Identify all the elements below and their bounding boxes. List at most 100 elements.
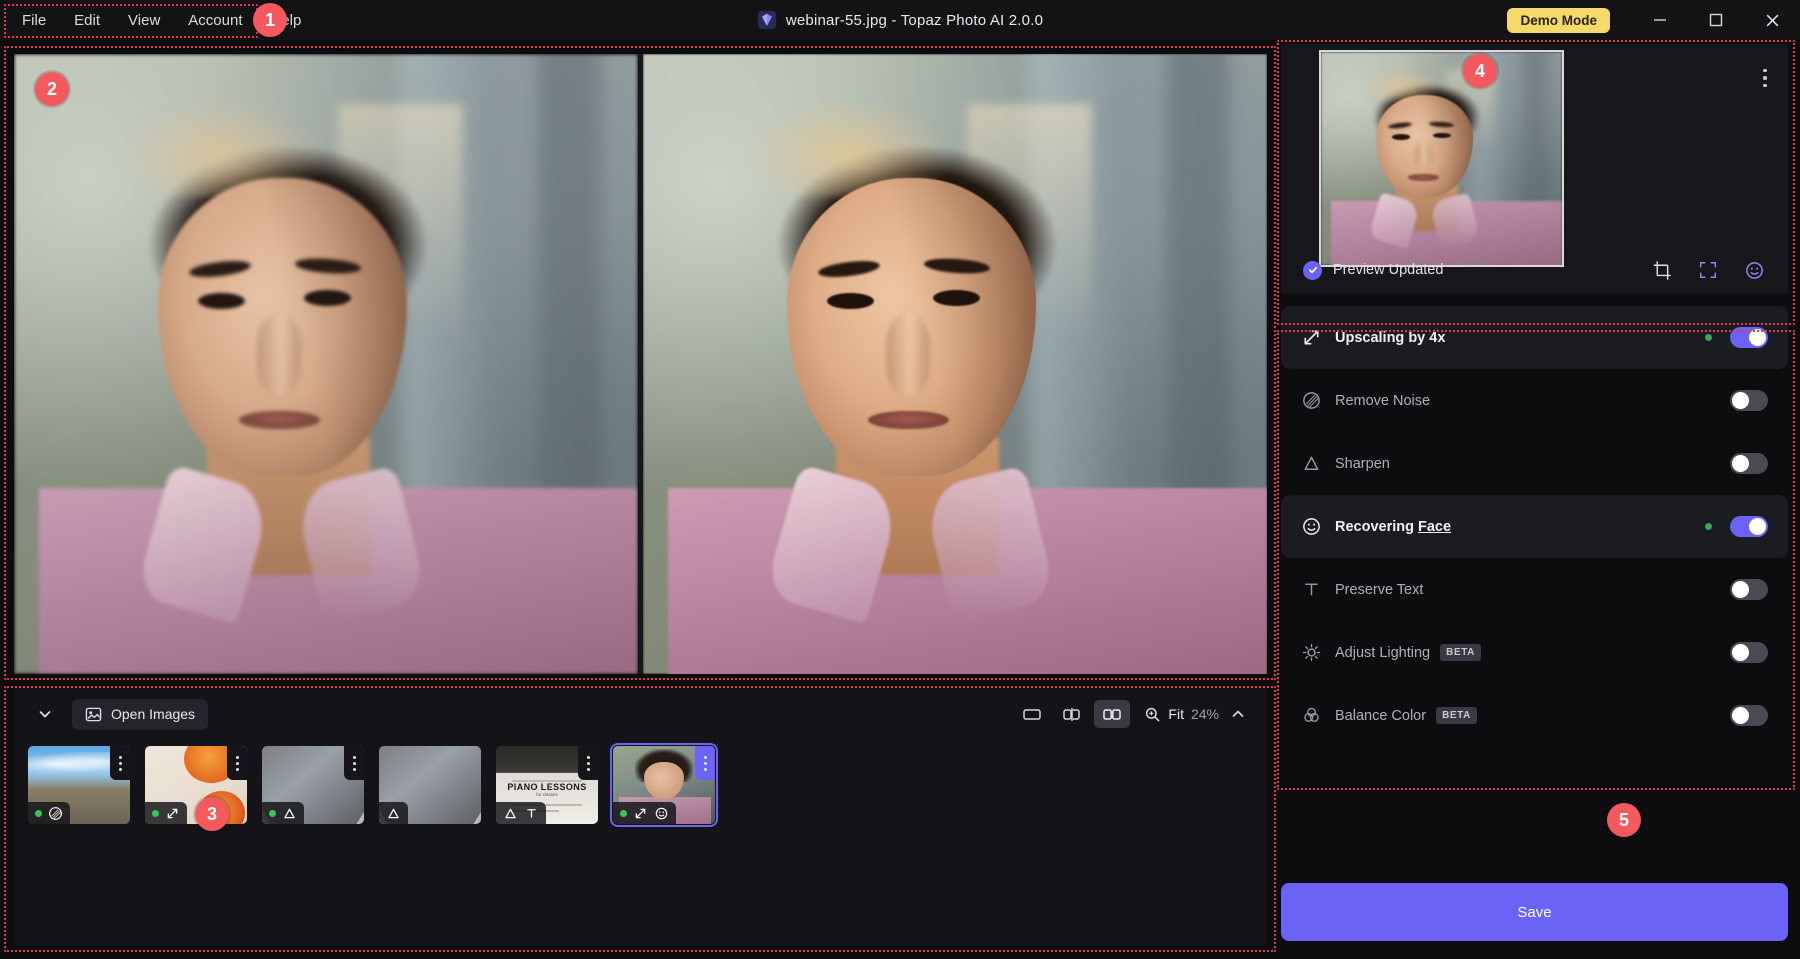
thumbnail-badges	[262, 802, 304, 824]
setting-label-sharpen: Sharpen	[1335, 456, 1390, 472]
setting-label-adjust-lighting: Adjust Lighting	[1335, 645, 1430, 661]
thumbnail-landscape-sky[interactable]	[28, 746, 130, 824]
side-by-side-view-icon	[1101, 706, 1123, 722]
zoom-control[interactable]: Fit 24%	[1144, 706, 1219, 723]
setting-row-recovering-face[interactable]: Recovering Face	[1281, 495, 1788, 558]
thumbnail-architecture-2[interactable]	[379, 746, 481, 824]
close-icon	[1764, 12, 1781, 29]
setting-row-upscaling[interactable]: Upscaling by 4x	[1281, 306, 1788, 369]
original-image-pane[interactable]	[14, 54, 638, 674]
toggle-upscaling[interactable]	[1730, 327, 1768, 348]
preview-status-bar: Preview Updated	[1281, 246, 1788, 294]
setting-row-balance-color[interactable]: Balance Color BETA	[1281, 684, 1788, 747]
zoom-fit-label: Fit	[1168, 706, 1184, 722]
status-dot	[269, 810, 276, 817]
enhanced-photo	[643, 54, 1267, 674]
thumbnail-menu-button[interactable]	[578, 746, 598, 780]
thumbnail-badges	[145, 802, 187, 824]
fullscreen-icon	[1698, 260, 1718, 280]
beta-badge-adjust-lighting: BETA	[1440, 644, 1481, 661]
filmstrip-panel: Open Images	[14, 688, 1267, 945]
beta-badge-balance-color: BETA	[1436, 707, 1477, 724]
single-view-icon	[1021, 706, 1043, 722]
view-mode-side-by-side[interactable]	[1094, 700, 1130, 728]
thumbnail-badges	[613, 802, 676, 824]
preview-status-text: Preview Updated	[1333, 262, 1443, 278]
menu-bar: File Edit View Account Help	[0, 6, 315, 35]
status-dot	[620, 810, 627, 817]
magnifier-icon	[1144, 706, 1161, 723]
thumbnail-menu-button[interactable]	[110, 746, 130, 780]
preview-menu-button[interactable]	[1756, 58, 1774, 98]
open-images-button[interactable]: Open Images	[72, 699, 208, 730]
crop-button[interactable]	[1650, 258, 1674, 282]
view-mode-split[interactable]	[1054, 700, 1090, 728]
status-dot	[1705, 523, 1712, 530]
color-icon	[1301, 705, 1335, 726]
menu-item-help[interactable]: Help	[256, 6, 315, 35]
view-mode-single[interactable]	[1014, 700, 1050, 728]
toggle-preserve-text[interactable]	[1730, 579, 1768, 600]
enhancement-settings-list: Upscaling by 4x Remove Noise	[1281, 306, 1788, 750]
expand-filmstrip-button[interactable]	[1223, 700, 1253, 728]
sharpen-icon	[1301, 453, 1335, 474]
save-button[interactable]: Save	[1281, 883, 1788, 941]
menu-item-view[interactable]: View	[114, 6, 174, 35]
lighting-icon	[1301, 642, 1335, 663]
maximize-button[interactable]	[1688, 0, 1744, 40]
right-panel: Preview Updated	[1281, 44, 1788, 949]
preview-thumbnail[interactable]	[1319, 50, 1564, 267]
toggle-adjust-lighting[interactable]	[1730, 642, 1768, 663]
thumbnail-orange-bottle[interactable]	[145, 746, 247, 824]
thumbnail-menu-button[interactable]	[695, 746, 715, 780]
thumbnail-caption: PIANO LESSONS	[496, 782, 598, 792]
denoise-icon	[1301, 390, 1335, 411]
crop-icon	[1652, 260, 1673, 281]
close-button[interactable]	[1744, 0, 1800, 40]
thumbnail-menu-button[interactable]	[344, 746, 364, 780]
zoom-percent-value: 24%	[1191, 706, 1219, 722]
setting-row-remove-noise[interactable]: Remove Noise	[1281, 369, 1788, 432]
thumbnail-menu-button[interactable]	[227, 746, 247, 780]
menu-item-file[interactable]: File	[8, 6, 60, 35]
setting-row-adjust-lighting[interactable]: Adjust Lighting BETA	[1281, 621, 1788, 684]
collapse-filmstrip-button[interactable]	[28, 699, 62, 729]
enhanced-image-pane[interactable]	[643, 54, 1267, 674]
image-icon	[85, 706, 102, 723]
title-bar: File Edit View Account Help webinar-55.j…	[0, 0, 1800, 40]
toggle-balance-color[interactable]	[1730, 705, 1768, 726]
face-link[interactable]: Face	[1418, 519, 1451, 535]
face-icon	[1744, 260, 1765, 281]
toggle-remove-noise[interactable]	[1730, 390, 1768, 411]
setting-row-sharpen[interactable]: Sharpen	[1281, 432, 1788, 495]
sharpen-icon	[386, 806, 401, 821]
image-comparison-viewer[interactable]	[14, 54, 1267, 674]
demo-mode-badge[interactable]: Demo Mode	[1507, 8, 1610, 33]
maximize-icon	[1708, 12, 1724, 28]
setting-row-preserve-text[interactable]: Preserve Text	[1281, 558, 1788, 621]
face-detect-button[interactable]	[1742, 258, 1766, 282]
gem-icon	[757, 10, 777, 30]
original-photo	[14, 54, 638, 674]
upscale-icon	[633, 806, 648, 821]
setting-label-preserve-text: Preserve Text	[1335, 582, 1423, 598]
thumbnail-architecture-1[interactable]	[262, 746, 364, 824]
sharpen-icon	[282, 806, 297, 821]
view-controls: Fit 24%	[1014, 700, 1253, 728]
chevron-up-icon	[1230, 706, 1246, 722]
thumbnail-portrait-webinar-55[interactable]	[613, 746, 715, 824]
toggle-recovering-face[interactable]	[1730, 516, 1768, 537]
preview-card: Preview Updated	[1281, 44, 1788, 294]
thumbnail-piano-lessons[interactable]: PIANO LESSONS for classes	[496, 746, 598, 824]
upscale-icon	[165, 806, 180, 821]
minimize-button[interactable]	[1632, 0, 1688, 40]
denoise-icon	[48, 806, 63, 821]
thumbnail-list: PIANO LESSONS for classes	[14, 740, 1267, 824]
fullscreen-button[interactable]	[1696, 258, 1720, 282]
toggle-sharpen[interactable]	[1730, 453, 1768, 474]
text-icon	[1301, 579, 1335, 600]
menu-item-account[interactable]: Account	[174, 6, 256, 35]
face-icon	[1301, 516, 1335, 537]
status-dot	[1705, 334, 1712, 341]
menu-item-edit[interactable]: Edit	[60, 6, 114, 35]
